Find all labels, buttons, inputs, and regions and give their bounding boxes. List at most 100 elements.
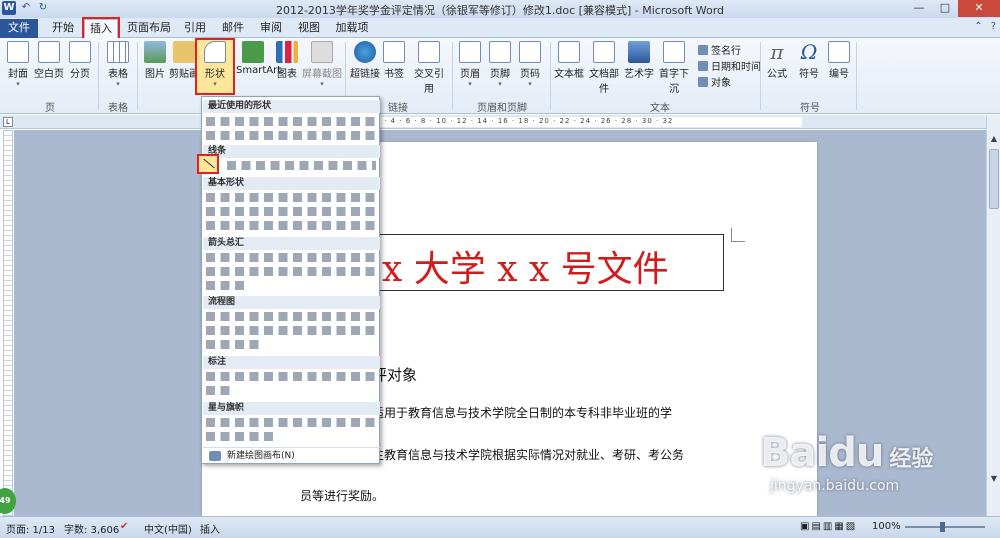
pi-icon: π — [770, 40, 784, 64]
cross-reference-label: 交叉引用 — [414, 69, 444, 95]
maximize-button[interactable]: □ — [932, 0, 958, 17]
shape-row[interactable] — [205, 325, 379, 337]
blank-page-button[interactable]: 空白页 — [34, 41, 64, 80]
shapes-gallery-dropdown: 最近使用的形状 线条 基本形状 箭头总汇 流程图 标注 星与旗帜 新建绘图画布(… — [201, 96, 380, 464]
tab-view[interactable]: 视图 — [294, 19, 324, 38]
tab-page-layout[interactable]: 页面布局 — [124, 19, 174, 38]
text-box-icon — [558, 41, 580, 63]
signature-line-button[interactable]: 签名行 — [698, 42, 741, 57]
shape-row[interactable] — [205, 311, 379, 323]
shape-row[interactable] — [205, 339, 263, 351]
smartart-button[interactable]: SmartArt — [236, 41, 281, 76]
wordart-button[interactable]: 艺术字 — [624, 41, 654, 80]
shapes-label: 形状 — [205, 69, 225, 80]
page-number-button[interactable]: 页码 ▾ — [518, 41, 542, 88]
hyperlink-label: 超链接 — [350, 69, 380, 80]
group-label-links: 链接 — [388, 103, 408, 114]
line-shape-highlight[interactable] — [197, 154, 219, 174]
equation-button[interactable]: π 公式 — [764, 41, 790, 80]
group-separator — [550, 42, 551, 110]
object-label: 对象 — [711, 78, 731, 89]
table-button[interactable]: 表格 ▾ — [106, 41, 130, 88]
group-separator — [98, 42, 99, 110]
tab-insert[interactable]: 插入 — [82, 17, 120, 40]
shape-row[interactable] — [205, 116, 379, 128]
shape-row[interactable] — [205, 371, 379, 383]
new-drawing-canvas-item[interactable]: 新建绘图画布(N) — [203, 447, 380, 463]
blank-page-label: 空白页 — [34, 69, 64, 80]
tab-mailings[interactable]: 邮件 — [218, 19, 248, 38]
drawing-canvas-icon — [209, 451, 221, 461]
zoom-level[interactable]: 100% — [872, 521, 901, 532]
object-button[interactable]: 对象 — [698, 74, 731, 89]
proofing-icon[interactable]: ✔ — [120, 521, 128, 532]
object-icon — [698, 76, 708, 87]
drop-cap-button[interactable]: 首字下沉 — [656, 41, 692, 95]
shape-row[interactable] — [205, 266, 379, 278]
numbering-button[interactable]: 编号 — [826, 41, 852, 80]
page-break-label: 分页 — [70, 69, 90, 80]
page-count[interactable]: 页面: 1/13 — [6, 521, 55, 536]
picture-button[interactable]: 图片 — [143, 41, 167, 80]
hyperlink-button[interactable]: 超链接 — [350, 41, 380, 80]
vertical-ruler[interactable] — [3, 130, 13, 516]
document-paragraph-2: 生教育信息与技术学院根据实际情况对就业、考研、考公务 — [372, 448, 685, 462]
zoom-slider[interactable] — [905, 526, 985, 528]
minimize-button[interactable]: — — [906, 0, 932, 17]
shape-row[interactable] — [205, 431, 277, 443]
symbol-button[interactable]: Ω 符号 — [796, 41, 822, 80]
tab-review[interactable]: 审阅 — [256, 19, 286, 38]
shape-row[interactable] — [205, 385, 233, 397]
view-buttons[interactable]: ▣▤▥▦▧ — [800, 521, 857, 532]
bookmark-button[interactable]: 书签 — [382, 41, 406, 80]
scrollbar-thumb[interactable] — [989, 149, 999, 209]
section-callouts: 标注 — [203, 356, 380, 369]
tab-addins[interactable]: 加载项 — [332, 19, 372, 38]
help-icon[interactable]: ? — [991, 21, 996, 32]
shape-row[interactable] — [226, 160, 376, 172]
header-button[interactable]: 页眉 ▾ — [458, 41, 482, 88]
footer-button[interactable]: 页脚 ▾ — [488, 41, 512, 88]
insert-mode-indicator[interactable]: 插入 — [200, 521, 220, 536]
date-time-button[interactable]: 日期和时间 — [698, 58, 761, 73]
zoom-slider-knob[interactable] — [940, 522, 945, 532]
picture-icon — [144, 41, 166, 63]
shape-row[interactable] — [205, 130, 379, 142]
vertical-scrollbar[interactable]: ▲ ▼ — [986, 115, 1000, 516]
language-indicator[interactable]: 中文(中国) — [144, 521, 192, 536]
quick-parts-icon — [593, 41, 615, 63]
close-button[interactable]: ✕ — [958, 0, 1000, 17]
minimize-ribbon-icon[interactable]: ⌃ — [974, 21, 982, 32]
text-box-button[interactable]: 文本框 — [554, 41, 584, 80]
shape-row[interactable] — [205, 206, 379, 218]
word-count[interactable]: 字数: 3,606 — [64, 521, 119, 536]
shape-row[interactable] — [205, 280, 249, 292]
shape-row[interactable] — [205, 220, 379, 232]
quick-parts-button[interactable]: 文档部件 — [586, 41, 622, 95]
tab-selector[interactable]: L — [3, 117, 13, 127]
tab-references[interactable]: 引用 — [180, 19, 210, 38]
shape-row[interactable] — [205, 417, 379, 429]
bookmark-icon — [383, 41, 405, 63]
clip-art-icon — [173, 41, 195, 63]
cover-page-icon — [7, 41, 29, 63]
bookmark-label: 书签 — [384, 69, 404, 80]
watermark-brand: Baidu — [760, 430, 884, 476]
drop-cap-icon — [663, 41, 685, 63]
cover-page-button[interactable]: 封面 ▾ — [6, 41, 30, 88]
window-title: 2012-2013学年奖学金评定情况（徐银军等修订）修改1.doc [兼容模式]… — [275, 4, 725, 17]
margin-corner-mark — [731, 228, 745, 242]
page-break-button[interactable]: 分页 — [68, 41, 92, 80]
scroll-up-icon[interactable]: ▲ — [988, 133, 1000, 145]
shapes-button[interactable]: 形状 ▾ — [200, 41, 230, 88]
chart-button[interactable]: 图表 — [274, 41, 300, 80]
scroll-down-icon[interactable]: ▼ — [988, 473, 1000, 485]
group-label-tables: 表格 — [108, 103, 128, 114]
shape-row[interactable] — [205, 252, 379, 264]
tab-home[interactable]: 开始 — [48, 19, 78, 38]
screenshot-button[interactable]: 屏幕截图 ▾ — [302, 41, 342, 88]
tab-file[interactable]: 文件 — [0, 19, 38, 38]
new-drawing-canvas-label: 新建绘图画布(N) — [227, 451, 295, 461]
cross-reference-button[interactable]: 交叉引用 — [410, 41, 448, 95]
shape-row[interactable] — [205, 192, 379, 204]
